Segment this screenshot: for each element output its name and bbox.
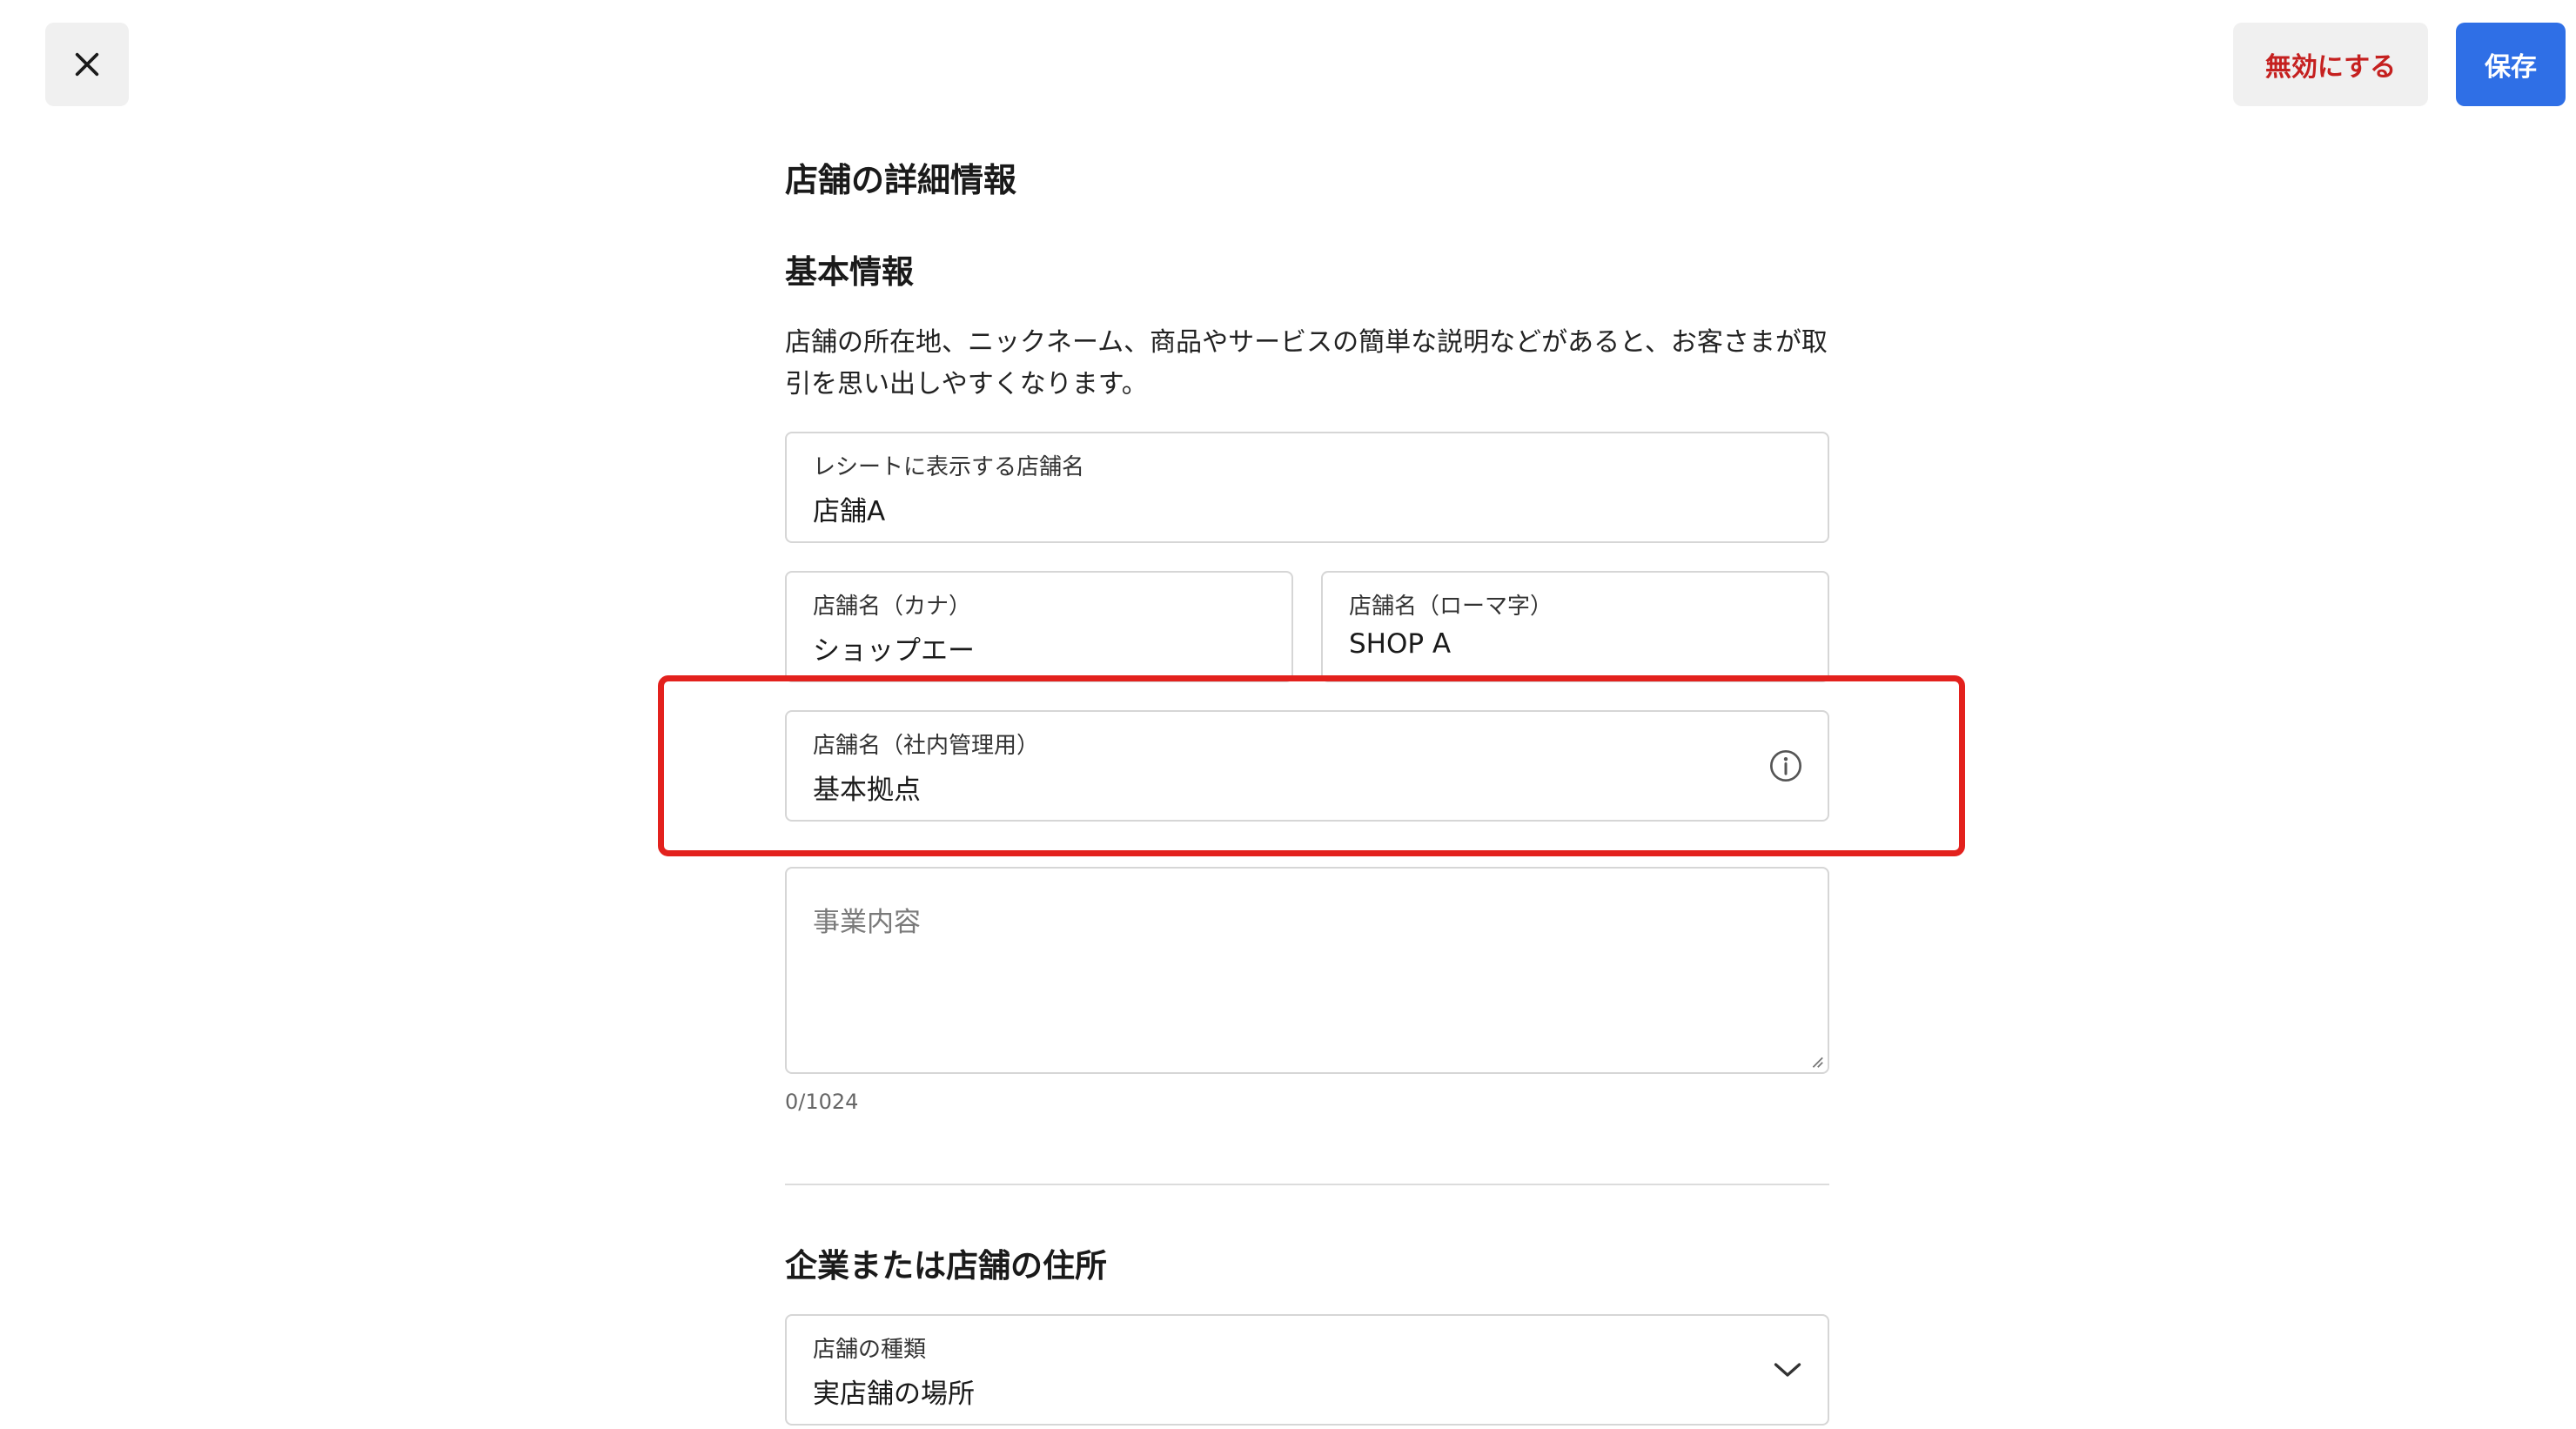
save-button[interactable]: 保存	[2456, 23, 2566, 106]
disable-button[interactable]: 無効にする	[2233, 23, 2428, 106]
store-type-select[interactable]: 店舗の種類 実店舗の場所	[785, 1314, 1829, 1426]
business-description-textarea[interactable]: 事業内容	[785, 867, 1829, 1074]
store-type-value: 実店舗の場所	[813, 1379, 975, 1410]
resize-handle-icon[interactable]	[1808, 1053, 1824, 1069]
store-name-internal-label: 店舗名（社内管理用）	[813, 733, 1040, 759]
store-name-internal-field[interactable]: 店舗名（社内管理用） 基本拠点	[785, 710, 1829, 822]
receipt-store-name-value[interactable]: 店舗A	[813, 489, 885, 528]
basic-info-description: 店舗の所在地、ニックネーム、商品やサービスの簡単な説明などがあると、お客さまが取…	[785, 327, 1828, 399]
store-type-label: 店舗の種類	[813, 1337, 927, 1363]
character-counter: 0/1024	[785, 1090, 859, 1114]
store-name-internal-value[interactable]: 基本拠点	[813, 768, 921, 807]
chevron-down-icon	[1774, 1363, 1801, 1377]
page-title: 店舗の詳細情報	[785, 161, 1017, 199]
business-description-placeholder: 事業内容	[813, 907, 921, 938]
section-title-basic-info: 基本情報	[785, 253, 914, 291]
receipt-store-name-field[interactable]: レシートに表示する店舗名 店舗A	[785, 432, 1829, 543]
receipt-store-name-label: レシートに表示する店舗名	[813, 454, 1085, 480]
store-name-roman-label: 店舗名（ローマ字）	[1349, 594, 1553, 620]
store-name-kana-field[interactable]: 店舗名（カナ） ショップエー	[785, 571, 1293, 682]
section-title-address: 企業または店舗の住所	[785, 1247, 1107, 1285]
section-divider	[785, 1184, 1829, 1185]
store-details-page: 無効にする 保存 店舗の詳細情報 基本情報 店舗の所在地、ニックネーム、商品やサ…	[0, 0, 2576, 1429]
store-name-kana-label: 店舗名（カナ）	[813, 594, 972, 620]
store-name-roman-field[interactable]: 店舗名（ローマ字） SHOP A	[1321, 571, 1829, 682]
store-name-roman-value[interactable]: SHOP A	[1349, 628, 1451, 660]
store-name-kana-value[interactable]: ショップエー	[813, 628, 975, 668]
info-icon[interactable]	[1768, 748, 1803, 783]
close-icon	[75, 52, 99, 77]
close-button[interactable]	[45, 23, 129, 106]
